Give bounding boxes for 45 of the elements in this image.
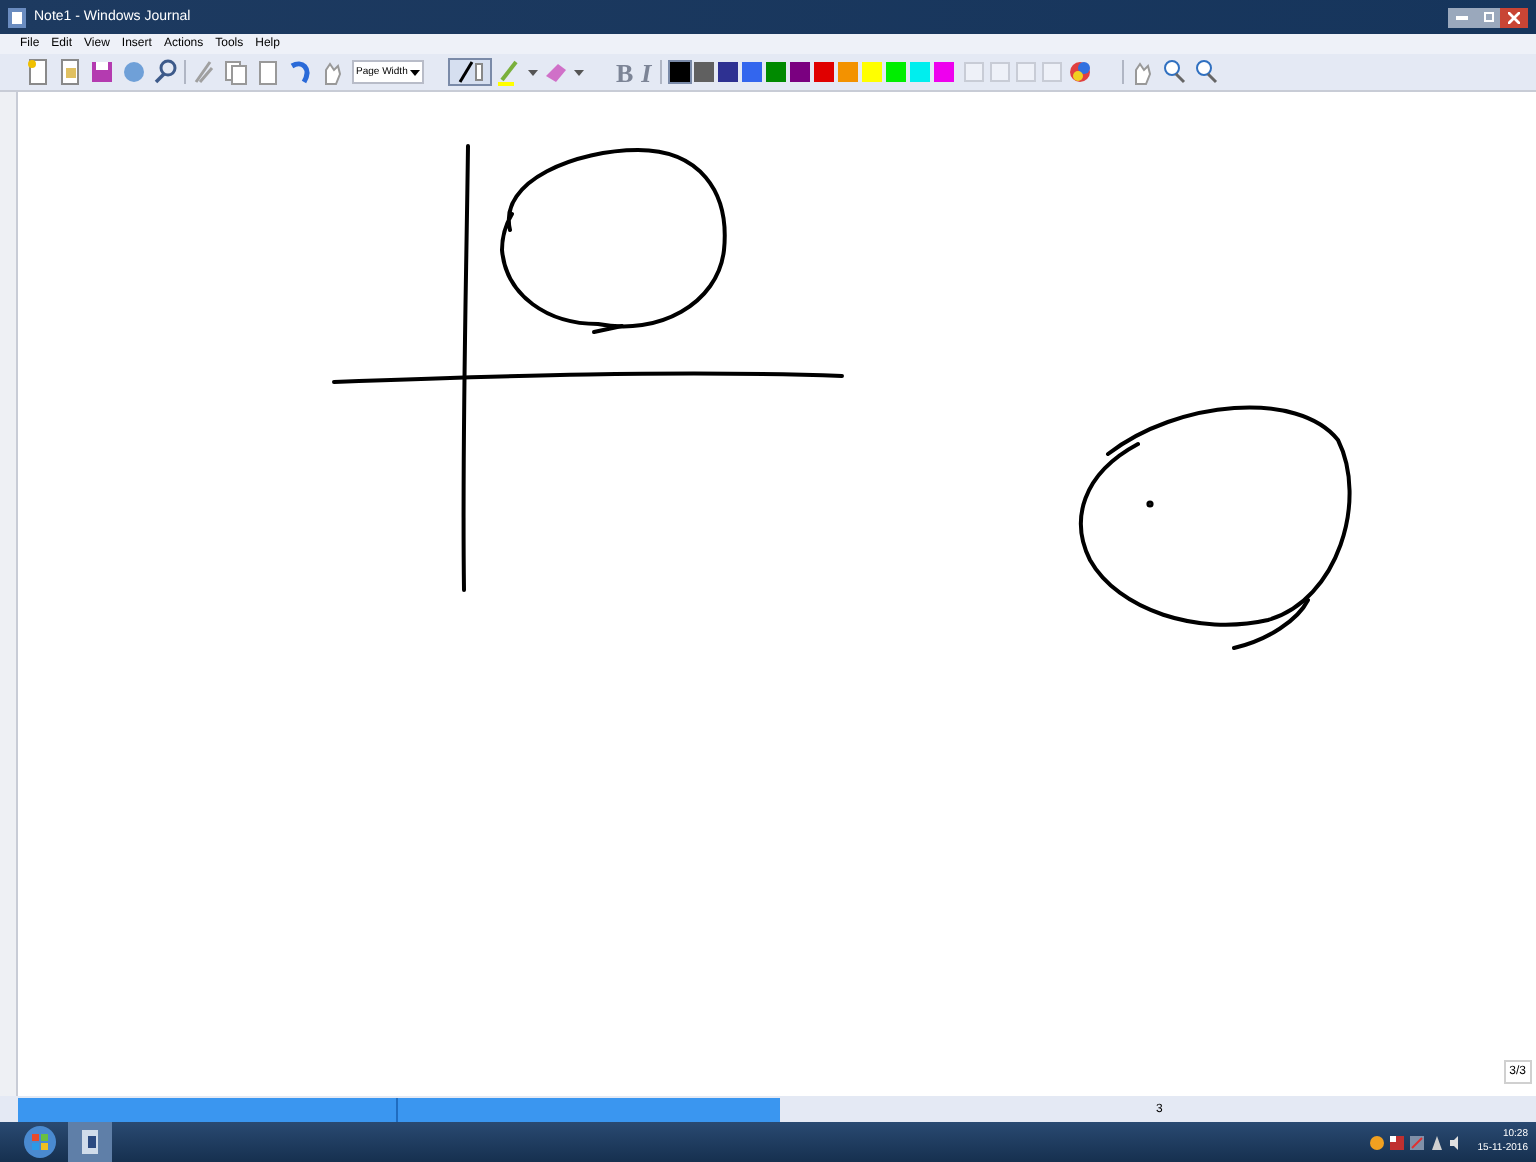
color-swatch[interactable] (717, 62, 738, 82)
color-swatch[interactable] (741, 62, 762, 82)
caret-icon (410, 69, 420, 75)
open-icon[interactable] (56, 58, 84, 86)
empty-swatch[interactable] (963, 62, 984, 82)
color-swatch[interactable] (909, 62, 930, 82)
color-swatch[interactable] (765, 62, 786, 82)
search-icon[interactable] (152, 58, 180, 86)
pen-button[interactable] (448, 58, 492, 86)
zoom-in-icon[interactable] (1159, 58, 1188, 86)
color-palette-icon[interactable] (1065, 58, 1094, 86)
color-swatch[interactable] (837, 62, 858, 82)
paste-icon[interactable] (254, 58, 282, 86)
empty-swatch[interactable] (1041, 62, 1062, 82)
network-icon[interactable] (1409, 1135, 1424, 1149)
color-swatch[interactable] (813, 62, 834, 82)
close-icon (1508, 11, 1520, 23)
undo-icon[interactable] (286, 58, 314, 86)
app-icon (8, 7, 26, 27)
color-swatch[interactable] (789, 62, 810, 82)
cut-icon[interactable] (190, 58, 218, 86)
maximize-button[interactable] (1476, 7, 1500, 27)
flag-icon[interactable] (1389, 1135, 1404, 1149)
caret-icon[interactable] (528, 69, 538, 75)
minimize-button[interactable] (1448, 7, 1476, 27)
eraser-icon[interactable] (542, 58, 570, 86)
color-swatch[interactable] (669, 62, 690, 82)
color-swatch[interactable] (861, 62, 882, 82)
power-icon[interactable] (1429, 1135, 1444, 1149)
journal-taskbar-button[interactable] (68, 1122, 112, 1162)
close-button[interactable] (1500, 7, 1528, 27)
new-note-icon[interactable] (24, 58, 52, 86)
copy-icon[interactable] (222, 58, 250, 86)
color-swatch[interactable] (693, 62, 714, 82)
speaker-icon[interactable] (1449, 1135, 1464, 1149)
journal-icon (78, 1128, 102, 1156)
start-button[interactable] (22, 1124, 58, 1160)
empty-swatch[interactable] (1015, 62, 1036, 82)
caret-icon[interactable] (574, 69, 584, 75)
empty-swatch[interactable] (989, 62, 1010, 82)
color-swatch[interactable] (885, 62, 906, 82)
notification-icon[interactable] (1369, 1135, 1384, 1149)
zoom-out-icon[interactable] (1191, 58, 1220, 86)
save-icon[interactable] (88, 58, 116, 86)
color-swatch[interactable] (933, 62, 954, 82)
